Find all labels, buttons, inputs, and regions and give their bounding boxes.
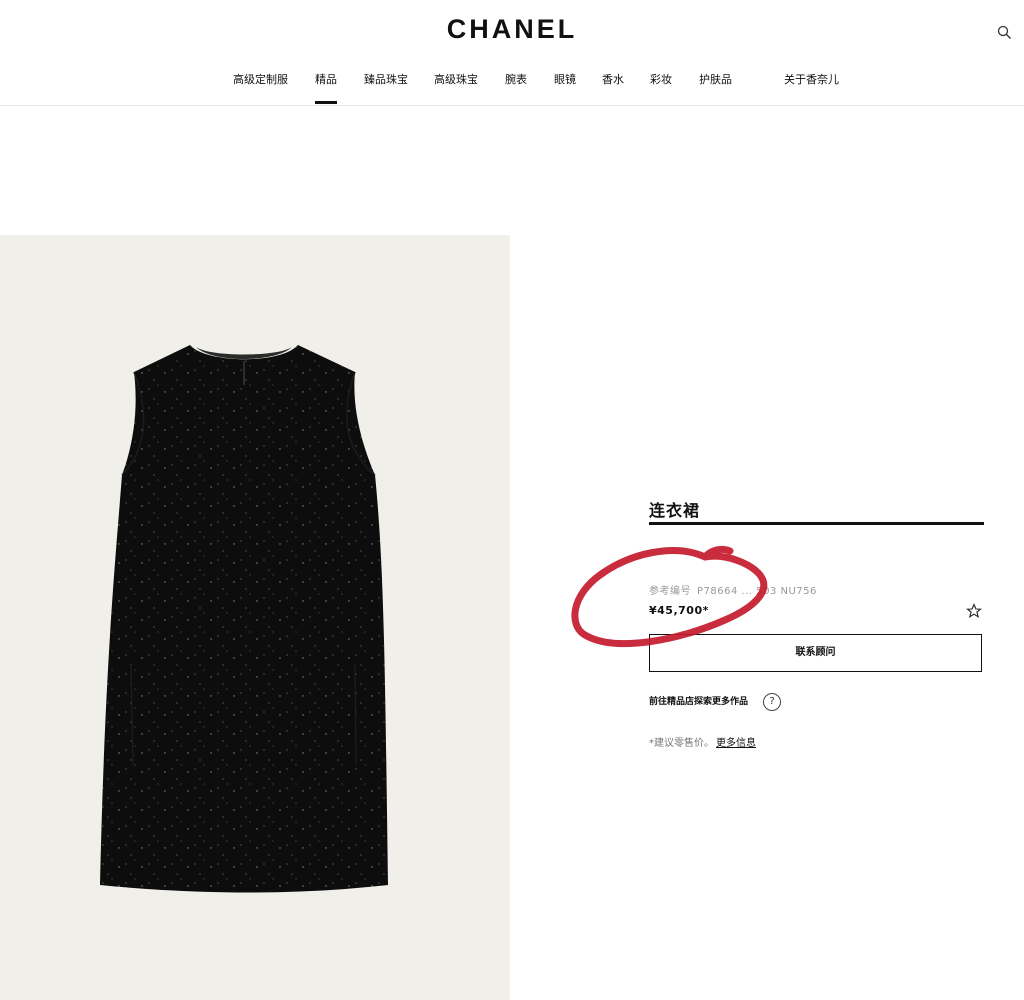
- nav-item-fashion[interactable]: 精品: [315, 71, 337, 87]
- star-icon[interactable]: [966, 603, 982, 619]
- nav-item-eyewear[interactable]: 眼镜: [554, 71, 576, 87]
- more-info-link[interactable]: 更多信息: [716, 738, 756, 749]
- product-title: 连衣裙: [649, 501, 701, 520]
- title-divider: [649, 522, 984, 525]
- nav-item-haute-couture[interactable]: 高级定制服: [233, 71, 288, 87]
- nav-item-fine-jewelry[interactable]: 臻品珠宝: [364, 71, 408, 87]
- main-nav: 高级定制服 精品 臻品珠宝 高级珠宝 腕表 眼镜 香水 彩妆 护肤品 关于香奈儿: [0, 71, 1024, 105]
- site-header: CHANEL 高级定制服 精品 臻品珠宝 高级珠宝 腕表 眼镜 香水 彩妆 护肤…: [0, 0, 1024, 106]
- nav-item-watches[interactable]: 腕表: [505, 71, 527, 87]
- product-price: ¥45,700*: [649, 604, 709, 617]
- nav-item-skincare[interactable]: 护肤品: [699, 71, 732, 87]
- price-note: *建议零售价。 更多信息: [649, 734, 756, 749]
- nav-item-makeup[interactable]: 彩妆: [650, 71, 672, 87]
- price-note-text: *建议零售价。: [649, 738, 714, 749]
- contact-advisor-button[interactable]: 联系顾问: [649, 634, 982, 672]
- active-nav-indicator: [315, 101, 337, 104]
- search-icon[interactable]: [996, 24, 1014, 42]
- nav-item-high-jewelry[interactable]: 高级珠宝: [434, 71, 478, 87]
- question-icon[interactable]: ?: [763, 693, 781, 711]
- chanel-logo[interactable]: CHANEL: [0, 14, 1024, 45]
- nav-item-about-chanel[interactable]: 关于香奈儿: [784, 71, 839, 87]
- reference-number: 参考编号 P78664 ... 503 NU756: [649, 582, 817, 597]
- nav-item-fragrance[interactable]: 香水: [602, 71, 624, 87]
- boutique-link[interactable]: 前往精品店探索更多作品: [649, 694, 748, 707]
- reference-code: P78664 ... 503 NU756: [697, 586, 817, 597]
- reference-label: 参考编号: [649, 586, 691, 597]
- product-image[interactable]: [0, 235, 510, 1000]
